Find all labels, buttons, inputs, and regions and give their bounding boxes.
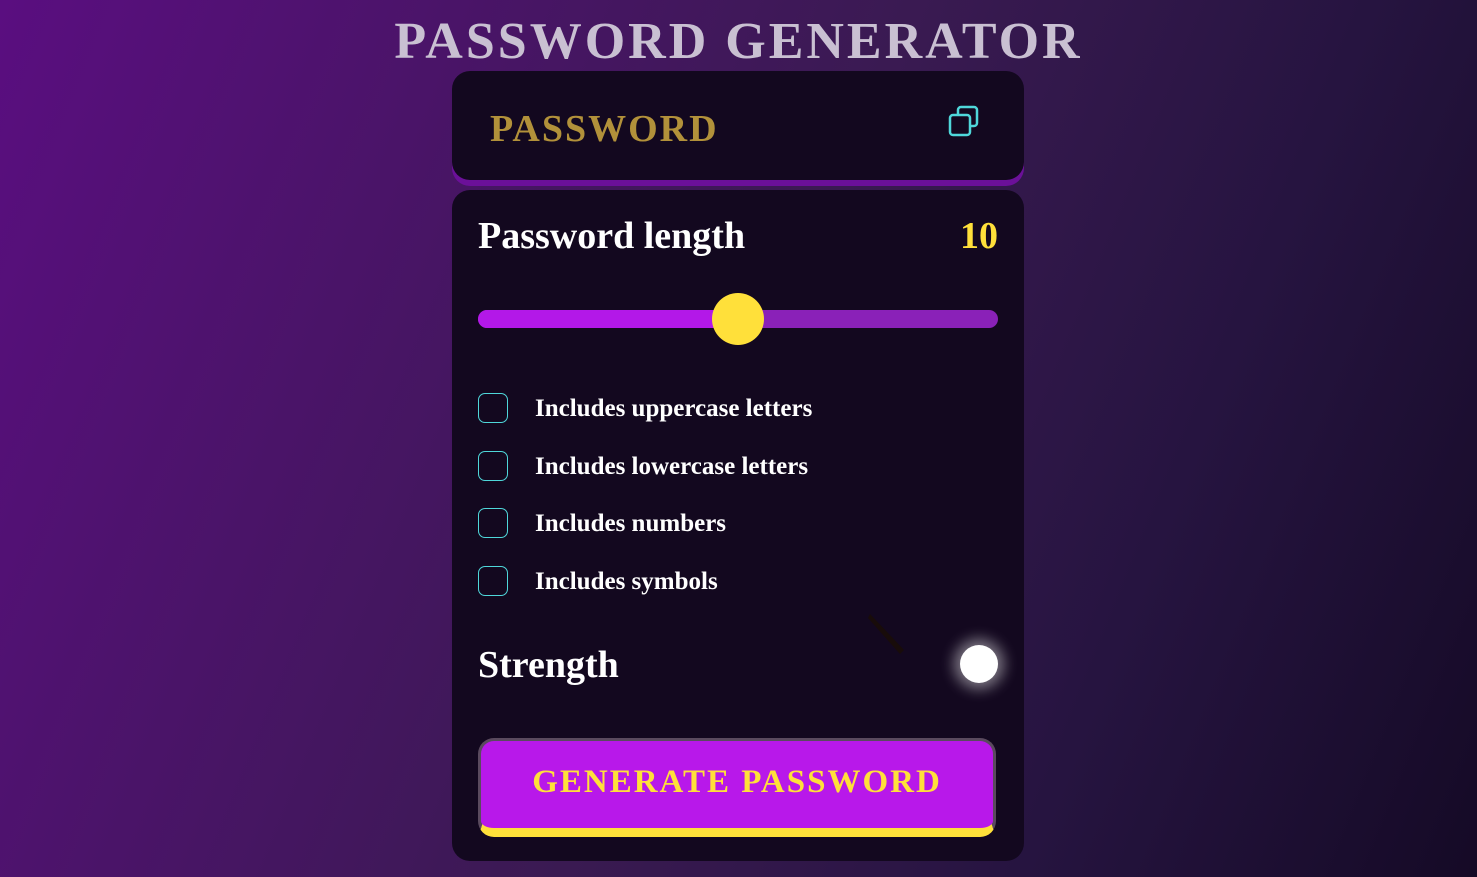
options-list: Includes uppercase letters Includes lowe… [478,393,998,623]
option-numbers[interactable]: Includes numbers [478,508,998,540]
page-title: PASSWORD GENERATOR [394,13,1083,70]
uppercase-checkbox[interactable] [478,393,508,423]
settings-panel: Password length 10 Includes uppercase le… [452,190,1024,861]
copy-button[interactable] [947,104,985,142]
symbols-label: Includes symbols [535,567,718,595]
length-slider[interactable] [478,293,998,345]
password-output: PASSWORD [490,108,719,150]
uppercase-label: Includes uppercase letters [535,395,813,422]
lowercase-label: Includes lowercase letters [535,452,809,480]
strength-indicator [960,645,998,683]
length-value: 10 [960,215,998,257]
option-symbols[interactable]: Includes symbols [478,565,998,598]
symbols-checkbox[interactable] [478,565,508,596]
length-slider-fill [478,310,738,328]
password-display: PASSWORD [452,71,1024,180]
lowercase-checkbox[interactable] [478,450,508,481]
numbers-checkbox[interactable] [478,508,508,538]
strength-label: Strength [478,644,619,686]
copy-icon [948,105,979,137]
numbers-label: Includes numbers [535,510,727,537]
length-label: Password length [478,215,746,257]
generate-password-button[interactable]: GENERATE PASSWORD [478,738,996,837]
option-lowercase[interactable]: Includes lowercase letters [478,450,998,483]
option-uppercase[interactable]: Includes uppercase letters [478,393,998,425]
length-slider-thumb[interactable] [712,293,764,345]
mouse-cursor-icon [868,614,904,654]
